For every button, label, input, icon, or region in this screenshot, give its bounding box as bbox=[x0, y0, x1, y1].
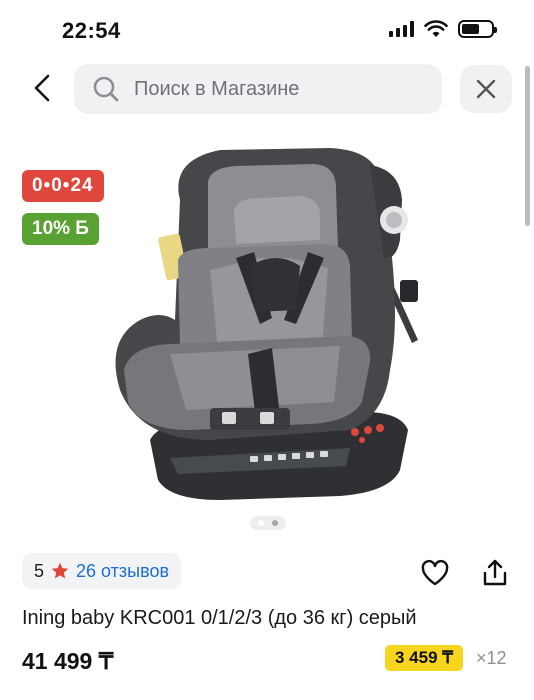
star-icon bbox=[51, 562, 69, 579]
search-input[interactable] bbox=[134, 77, 434, 101]
chevron-left-icon bbox=[34, 74, 50, 102]
reviews-link[interactable]: 26 отзывов bbox=[76, 561, 169, 582]
search-box[interactable] bbox=[74, 64, 442, 114]
bonus-badge: 10% Б bbox=[22, 213, 99, 245]
back-button[interactable] bbox=[22, 68, 62, 108]
installment-badge: 0•0•24 bbox=[22, 170, 104, 202]
gallery-dot[interactable] bbox=[272, 520, 278, 526]
favorite-button[interactable] bbox=[418, 556, 452, 590]
close-icon bbox=[476, 79, 496, 99]
gallery-pagination[interactable] bbox=[250, 516, 286, 530]
heart-icon bbox=[421, 559, 449, 586]
wifi-icon bbox=[424, 20, 448, 37]
share-button[interactable] bbox=[478, 556, 512, 590]
status-icons bbox=[389, 20, 497, 38]
search-icon bbox=[92, 74, 122, 104]
status-bar: 22:54 bbox=[0, 0, 534, 56]
battery-icon bbox=[458, 20, 497, 38]
status-time: 22:54 bbox=[62, 18, 121, 43]
product-image[interactable] bbox=[100, 140, 440, 505]
signal-icon bbox=[389, 21, 414, 37]
product-price: 41 499 ₸ bbox=[22, 648, 114, 674]
top-nav-bar bbox=[0, 62, 534, 116]
share-icon bbox=[483, 559, 507, 586]
monthly-payment-badge: 3 459 ₸ bbox=[385, 645, 464, 671]
gallery-dot-active[interactable] bbox=[258, 520, 264, 526]
close-button[interactable] bbox=[460, 65, 512, 113]
scrollbar[interactable] bbox=[525, 66, 530, 226]
product-title: Ining baby KRC001 0/1/2/3 (до 36 кг) сер… bbox=[22, 607, 417, 629]
rating-chip[interactable]: 5 26 отзывов bbox=[22, 553, 182, 589]
rating-value: 5 bbox=[34, 560, 45, 581]
installment-months: ×12 bbox=[476, 648, 507, 668]
